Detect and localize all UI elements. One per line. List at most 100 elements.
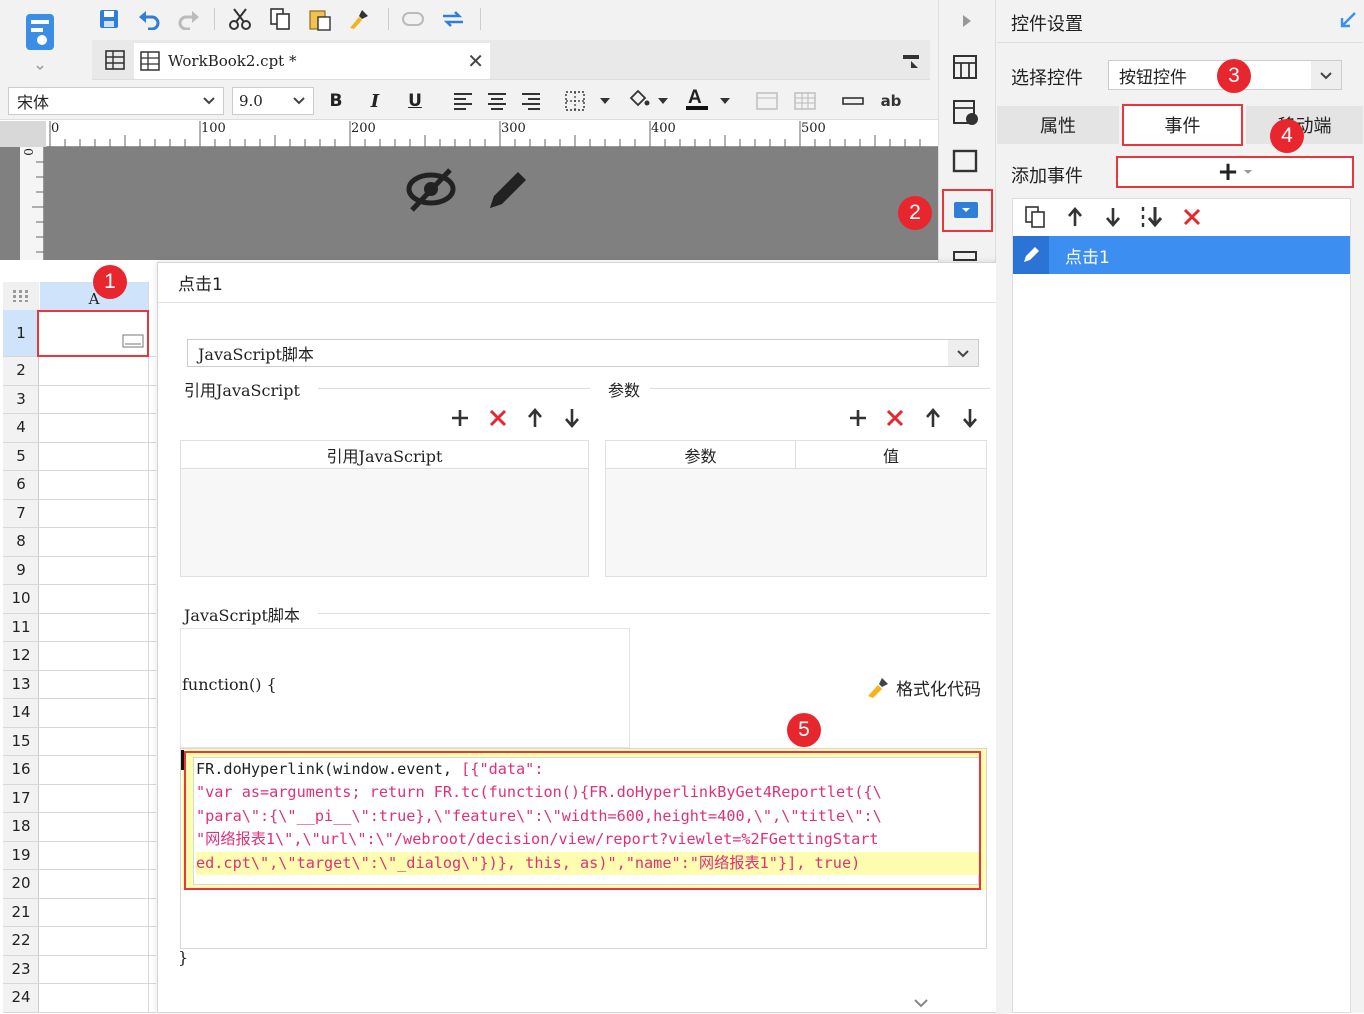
row-header[interactable]: 5 bbox=[3, 442, 39, 470]
tab-properties[interactable]: 属性 bbox=[997, 106, 1119, 144]
ref-js-section-title: 引用JavaScript bbox=[184, 377, 306, 401]
file-tab[interactable]: WorkBook2.cpt * ✕ bbox=[134, 43, 490, 79]
expand-arrow-icon[interactable] bbox=[954, 8, 980, 34]
params-column-value[interactable]: 值 bbox=[796, 441, 986, 468]
fill-color-icon[interactable] bbox=[625, 86, 651, 112]
font-family-select[interactable]: 宋体 bbox=[8, 87, 224, 115]
sheet-grid-icon[interactable] bbox=[102, 47, 128, 73]
function-close: } bbox=[178, 948, 189, 967]
italic-button[interactable]: I bbox=[362, 88, 388, 114]
event-type-select[interactable]: JavaScript脚本 bbox=[187, 339, 979, 367]
frame-block-icon[interactable] bbox=[952, 148, 978, 174]
delete-event-icon[interactable] bbox=[1179, 204, 1205, 230]
move-down-icon[interactable] bbox=[559, 405, 585, 431]
row-header[interactable]: 11 bbox=[3, 613, 39, 641]
tab-events[interactable]: 事件 bbox=[1122, 104, 1243, 146]
row-header[interactable]: 14 bbox=[3, 698, 39, 726]
row-header[interactable]: 10 bbox=[3, 584, 39, 612]
format-painter-icon[interactable] bbox=[347, 6, 373, 32]
row-header[interactable]: 15 bbox=[3, 727, 39, 755]
tab-menu-icon[interactable] bbox=[898, 48, 924, 74]
delete-icon[interactable] bbox=[882, 405, 908, 431]
select-widget-value: 按钮控件 bbox=[1119, 67, 1187, 88]
align-center-icon[interactable] bbox=[484, 88, 510, 114]
add-event-label: 添加事件 bbox=[1011, 166, 1083, 187]
file-tab-label: WorkBook2.cpt * bbox=[168, 52, 297, 70]
row-header[interactable]: 3 bbox=[3, 385, 39, 413]
move-up-icon[interactable] bbox=[1062, 204, 1088, 230]
border-icon[interactable] bbox=[563, 88, 589, 114]
svg-text:A: A bbox=[688, 87, 702, 108]
collapse-panel-icon[interactable] bbox=[1338, 10, 1358, 34]
edit-pencil-icon[interactable] bbox=[482, 166, 532, 220]
ref-js-column-header[interactable]: 引用JavaScript bbox=[181, 441, 588, 469]
font-family-value: 宋体 bbox=[17, 93, 50, 112]
row-header[interactable]: 18 bbox=[3, 812, 39, 840]
underline-button[interactable]: U bbox=[402, 88, 428, 114]
move-up-icon[interactable] bbox=[920, 405, 946, 431]
tab-mobile[interactable]: 移动端 bbox=[1246, 106, 1363, 144]
copy-event-icon[interactable] bbox=[1022, 204, 1048, 230]
event-item-click[interactable]: 点击1 bbox=[1013, 236, 1350, 274]
exchange-icon[interactable] bbox=[440, 6, 466, 32]
hide-eye-icon[interactable] bbox=[404, 164, 458, 218]
align-left-icon[interactable] bbox=[450, 88, 476, 114]
row-header[interactable]: 22 bbox=[3, 926, 39, 954]
dialog-scroll-down-icon[interactable] bbox=[912, 996, 930, 1014]
chevron-down-icon[interactable] bbox=[592, 88, 618, 114]
cut-icon[interactable] bbox=[227, 6, 253, 32]
row-header[interactable]: 9 bbox=[3, 556, 39, 584]
sort-icon[interactable] bbox=[1139, 204, 1165, 230]
params-column-name[interactable]: 参数 bbox=[606, 441, 796, 468]
selected-cell-a1[interactable] bbox=[37, 310, 149, 357]
row-header[interactable]: 7 bbox=[3, 499, 39, 527]
chevron-down-icon[interactable] bbox=[712, 88, 738, 114]
text-field-icon[interactable] bbox=[840, 88, 866, 114]
row-header[interactable]: 24 bbox=[3, 983, 39, 1011]
row-header[interactable]: 23 bbox=[3, 955, 39, 983]
ruler-tick-label: 500 bbox=[801, 121, 826, 136]
ruler-tick-label: 300 bbox=[501, 121, 526, 136]
row-header[interactable]: 16 bbox=[3, 755, 39, 783]
align-right-icon[interactable] bbox=[518, 88, 544, 114]
row-header[interactable]: 17 bbox=[3, 784, 39, 812]
row-header[interactable]: 2 bbox=[3, 356, 39, 384]
close-tab-icon[interactable]: ✕ bbox=[467, 49, 484, 73]
save-icon[interactable] bbox=[96, 6, 122, 32]
font-size-select[interactable]: 9.0 bbox=[232, 87, 314, 115]
add-event-button[interactable]: + bbox=[1116, 156, 1354, 188]
row-header[interactable]: 6 bbox=[3, 470, 39, 498]
move-down-icon[interactable] bbox=[1100, 204, 1126, 230]
row-header[interactable]: 8 bbox=[3, 527, 39, 555]
bold-button[interactable]: B bbox=[323, 88, 349, 114]
select-widget-label: 选择控件 bbox=[1011, 68, 1083, 89]
copy-icon[interactable] bbox=[267, 6, 293, 32]
ab-button[interactable]: ab bbox=[878, 88, 904, 114]
format-code-button[interactable]: 格式化代码 bbox=[866, 675, 981, 700]
add-icon[interactable] bbox=[845, 405, 871, 431]
redo-icon[interactable] bbox=[176, 6, 202, 32]
chevron-down-icon bbox=[948, 340, 978, 366]
row-header[interactable]: 20 bbox=[3, 869, 39, 897]
move-down-icon[interactable] bbox=[957, 405, 983, 431]
add-icon[interactable] bbox=[447, 405, 473, 431]
paste-icon[interactable] bbox=[307, 6, 333, 32]
row-header[interactable]: 19 bbox=[3, 841, 39, 869]
row-header[interactable]: 12 bbox=[3, 641, 39, 669]
sheet-corner-icon[interactable] bbox=[3, 282, 39, 310]
column-line bbox=[148, 282, 149, 1013]
delete-icon[interactable] bbox=[485, 405, 511, 431]
chart-block-icon[interactable] bbox=[952, 100, 978, 126]
row-header[interactable]: 13 bbox=[3, 670, 39, 698]
chevron-down-icon[interactable] bbox=[650, 88, 676, 114]
report-block-icon[interactable] bbox=[952, 54, 978, 80]
move-up-icon[interactable] bbox=[522, 405, 548, 431]
row-header[interactable]: 21 bbox=[3, 898, 39, 926]
step-badge-3: 3 bbox=[1217, 59, 1251, 93]
font-color-icon[interactable]: A bbox=[684, 86, 710, 112]
button-widget-icon[interactable] bbox=[952, 197, 978, 223]
undo-icon[interactable] bbox=[136, 6, 162, 32]
designer-logo-icon[interactable] bbox=[20, 10, 60, 72]
row-header[interactable]: 4 bbox=[3, 413, 39, 441]
row-header[interactable]: 1 bbox=[3, 319, 39, 347]
